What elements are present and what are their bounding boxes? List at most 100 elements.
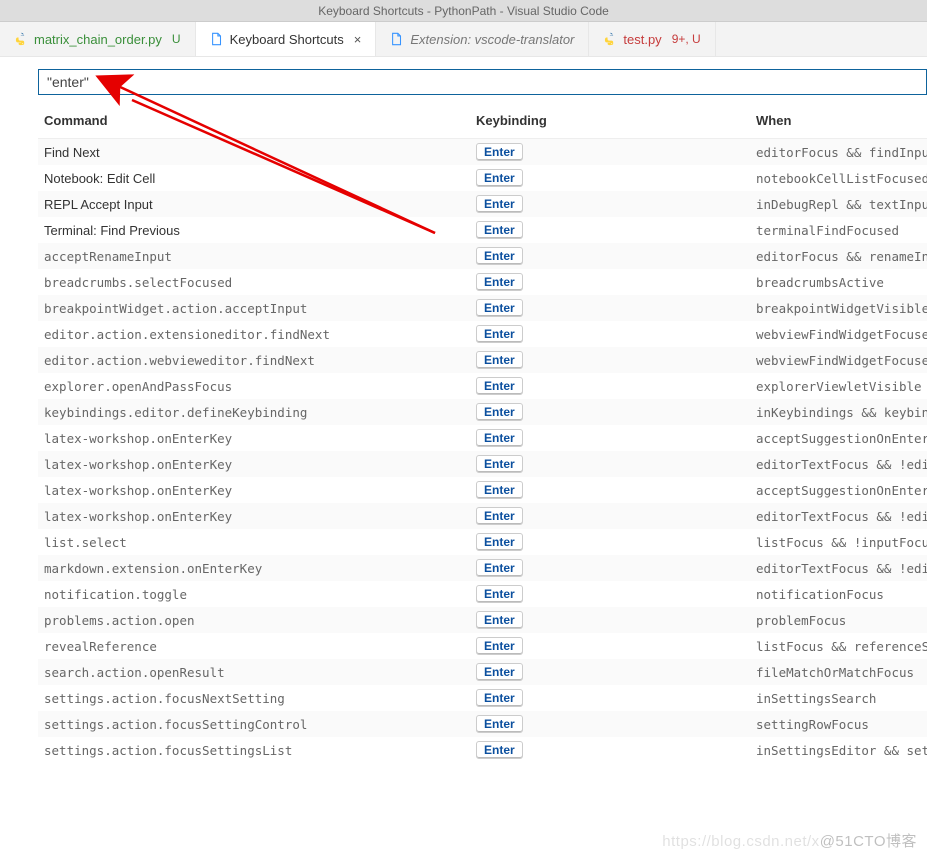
keycap: Enter: [476, 325, 523, 343]
keybinding-row[interactable]: settings.action.focusSettingsListEnterin…: [38, 737, 927, 763]
cell-when: fileMatchOrMatchFocus: [750, 659, 927, 685]
cell-command: markdown.extension.onEnterKey: [38, 555, 470, 581]
cell-command: Notebook: Edit Cell: [38, 165, 470, 191]
cell-command: search.action.openResult: [38, 659, 470, 685]
keybinding-row[interactable]: editor.action.webvieweditor.findNext Ente…: [38, 347, 927, 373]
cell-command: REPL Accept Input: [38, 191, 470, 217]
tab-label: Extension: vscode-translator: [410, 32, 574, 47]
keybinding-row[interactable]: breakpointWidget.action.acceptInput Enter…: [38, 295, 927, 321]
keybinding-row[interactable]: keybindings.editor.defineKeybindingEnter…: [38, 399, 927, 425]
tab-label: matrix_chain_order.py: [34, 32, 162, 47]
keycap: Enter: [476, 689, 523, 707]
editor-tab[interactable]: Extension: vscode-translator: [376, 22, 589, 56]
keycap: Enter: [476, 455, 523, 473]
cell-when: breakpointWidgetVisible: [750, 295, 927, 321]
keybinding-row[interactable]: latex-workshop.onEnterKeyEnteracceptSugg…: [38, 425, 927, 451]
file-icon: [210, 32, 224, 46]
window-title-bar: Keyboard Shortcuts - PythonPath - Visual…: [0, 0, 927, 22]
column-keybinding[interactable]: Keybinding: [470, 105, 750, 139]
editor-tab[interactable]: Keyboard Shortcuts×: [196, 22, 377, 56]
cell-keybinding: Enter: [470, 425, 750, 451]
cell-when: notebookCellListFocused: [750, 165, 927, 191]
keybinding-row[interactable]: breadcrumbs.selectFocusedEnterbreadcrumb…: [38, 269, 927, 295]
window-title: Keyboard Shortcuts - PythonPath - Visual…: [318, 4, 609, 18]
keybinding-row[interactable]: Terminal: Find PreviousEnterterminalFind…: [38, 217, 927, 243]
keycap: Enter: [476, 377, 523, 395]
cell-command: list.select: [38, 529, 470, 555]
keycap: Enter: [476, 741, 523, 759]
keybinding-row[interactable]: REPL Accept InputEnterinDebugRepl && tex…: [38, 191, 927, 217]
keycap: Enter: [476, 429, 523, 447]
keybinding-row[interactable]: Notebook: Edit CellEnternotebookCellList…: [38, 165, 927, 191]
keybinding-row[interactable]: search.action.openResult Enter fileMatchOr…: [38, 659, 927, 685]
cell-keybinding: Enter: [470, 685, 750, 711]
keycap: Enter: [476, 715, 523, 733]
cell-when: inKeybindings && keybindingFocus: [750, 399, 927, 425]
cell-when: terminalFindFocused: [750, 217, 927, 243]
cell-keybinding: Enter: [470, 243, 750, 269]
keybinding-row[interactable]: revealReferenceEnterlistFocus && referen…: [38, 633, 927, 659]
cell-command: latex-workshop.onEnterKey: [38, 425, 470, 451]
keybinding-row[interactable]: settings.action.focusSettingControlEnter…: [38, 711, 927, 737]
cell-keybinding: Enter: [470, 529, 750, 555]
cell-command: editor.action.webvieweditor.findNext: [38, 347, 470, 373]
keycap: Enter: [476, 299, 523, 317]
keycap: Enter: [476, 663, 523, 681]
keybinding-row[interactable]: problems.action.openEnterproblemFocus: [38, 607, 927, 633]
column-when[interactable]: When: [750, 105, 927, 139]
tab-status: 9+, U: [672, 32, 701, 46]
keybinding-row[interactable]: notification.toggle Enter notificationFocu…: [38, 581, 927, 607]
tab-label: test.py: [623, 32, 661, 47]
cell-when: notificationFocus: [750, 581, 927, 607]
keycap: Enter: [476, 585, 523, 603]
column-command[interactable]: Command: [38, 105, 470, 139]
cell-keybinding: Enter: [470, 503, 750, 529]
keybinding-row[interactable]: list.selectEnterlistFocus && !inputFocus: [38, 529, 927, 555]
cell-keybinding: Enter: [470, 321, 750, 347]
cell-keybinding: Enter: [470, 295, 750, 321]
editor-tab[interactable]: test.py 9+, U: [589, 22, 715, 56]
keybinding-row[interactable]: latex-workshop.onEnterKey Enter editorText…: [38, 451, 927, 477]
cell-when: editorFocus && renameInputVisible: [750, 243, 927, 269]
cell-when: inSettingsSearch: [750, 685, 927, 711]
keycap: Enter: [476, 507, 523, 525]
watermark: https://blog.csdn.net/x@51CTO博客: [662, 830, 917, 851]
keycap: Enter: [476, 403, 523, 421]
cell-command: explorer.openAndPassFocus: [38, 373, 470, 399]
cell-command: latex-workshop.onEnterKey: [38, 451, 470, 477]
cell-command: latex-workshop.onEnterKey: [38, 477, 470, 503]
editor-tab[interactable]: matrix_chain_order.pyU: [0, 22, 196, 56]
cell-keybinding: Enter: [470, 373, 750, 399]
cell-keybinding: Enter: [470, 399, 750, 425]
cell-keybinding: Enter: [470, 347, 750, 373]
cell-command: breakpointWidget.action.acceptInput: [38, 295, 470, 321]
keycap: Enter: [476, 481, 523, 499]
keybinding-row[interactable]: latex-workshop.onEnterKey Enter acceptSugg…: [38, 477, 927, 503]
editor-tabs: matrix_chain_order.pyUKeyboard Shortcuts…: [0, 22, 927, 57]
cell-when: webviewFindWidgetFocused: [750, 347, 927, 373]
cell-when: editorTextFocus && !editorReadonly: [750, 451, 927, 477]
cell-keybinding: Enter: [470, 607, 750, 633]
cell-keybinding: Enter: [470, 451, 750, 477]
cell-when: inSettingsEditor && settingsTocRowFocus: [750, 737, 927, 763]
cell-command: acceptRenameInput: [38, 243, 470, 269]
keycap: Enter: [476, 351, 523, 369]
keycap: Enter: [476, 637, 523, 655]
cell-command: breadcrumbs.selectFocused: [38, 269, 470, 295]
keybindings-search-input[interactable]: [38, 69, 927, 95]
keybinding-row[interactable]: Find NextEntereditorFocus && findInputFo…: [38, 139, 927, 166]
cell-when: explorerViewletVisible: [750, 373, 927, 399]
close-icon[interactable]: ×: [354, 32, 362, 47]
cell-command: problems.action.open: [38, 607, 470, 633]
cell-when: acceptSuggestionOnEnter: [750, 477, 927, 503]
keybinding-row[interactable]: settings.action.focusNextSettingEnterinS…: [38, 685, 927, 711]
keybinding-row[interactable]: explorer.openAndPassFocus Enter explorerVi…: [38, 373, 927, 399]
cell-keybinding: Enter: [470, 581, 750, 607]
cell-keybinding: Enter: [470, 659, 750, 685]
keybinding-row[interactable]: acceptRenameInputEntereditorFocus && ren…: [38, 243, 927, 269]
cell-when: inDebugRepl && textInputFocus: [750, 191, 927, 217]
keybinding-row[interactable]: latex-workshop.onEnterKeyEntereditorText…: [38, 503, 927, 529]
keybinding-row[interactable]: editor.action.extensioneditor.findNextEn…: [38, 321, 927, 347]
keybinding-row[interactable]: markdown.extension.onEnterKeyEntereditor…: [38, 555, 927, 581]
cell-command: notification.toggle: [38, 581, 470, 607]
